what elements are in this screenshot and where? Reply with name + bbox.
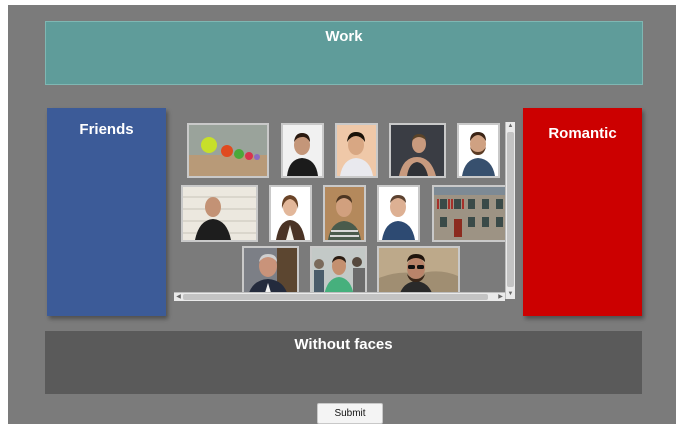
man-striped-sweater-image (325, 187, 364, 240)
photo-man-sunglasses-rock[interactable] (377, 246, 460, 298)
without-faces-zone-label: Without faces (294, 336, 393, 353)
submit-button[interactable]: Submit (317, 403, 383, 424)
horizontal-scroll-thumb[interactable] (183, 294, 488, 300)
man-green-tshirt-crowd-image (312, 248, 365, 296)
categorize-workspace: Work Friends Romantic Without faces ▲ ▼ … (8, 5, 676, 424)
work-zone-label: Work (325, 28, 363, 45)
friends-zone-label: Friends (79, 121, 134, 138)
photo-man-striped-sweater[interactable] (323, 185, 366, 242)
brick-house-image (434, 187, 512, 240)
man-black-jacket-image (283, 125, 322, 176)
romantic-drop-zone[interactable]: Romantic (523, 108, 642, 316)
scroll-down-icon[interactable]: ▼ (506, 290, 515, 299)
photo-gallery (174, 122, 516, 304)
woman-blazer-image (271, 187, 310, 240)
scroll-right-icon[interactable]: ▶ (496, 293, 505, 301)
photo-man-gray-shirt[interactable] (335, 123, 378, 178)
photo-lollipop-figurines[interactable] (187, 123, 269, 178)
lollipop-figurines-image (189, 125, 267, 176)
photo-man-black-jacket[interactable] (281, 123, 324, 178)
friends-drop-zone[interactable]: Friends (47, 108, 166, 316)
scroll-up-icon[interactable]: ▲ (506, 122, 515, 131)
photo-brick-house[interactable] (432, 185, 514, 242)
photo-man-green-tshirt-crowd[interactable] (310, 246, 367, 298)
gallery-horizontal-scrollbar[interactable]: ◀ ▶ (174, 292, 505, 301)
vertical-scroll-thumb[interactable] (507, 132, 514, 287)
work-drop-zone[interactable]: Work (45, 21, 643, 85)
gallery-vertical-scrollbar[interactable]: ▲ ▼ (505, 122, 515, 299)
man-beard-smiling-image (459, 125, 498, 176)
man-sunglasses-rock-image (379, 248, 458, 296)
man-gray-shirt-image (337, 125, 376, 176)
man-tank-top-image (391, 125, 444, 176)
scroll-left-icon[interactable]: ◀ (174, 293, 183, 301)
photo-man-blue-sweater[interactable] (377, 185, 420, 242)
photo-man-beard-smiling[interactable] (457, 123, 500, 178)
romantic-zone-label: Romantic (548, 125, 617, 142)
photo-older-man-suit[interactable] (242, 246, 299, 298)
photo-woman-blazer[interactable] (269, 185, 312, 242)
bald-man-black-shirt-image (183, 187, 256, 240)
photo-man-tank-top[interactable] (389, 123, 446, 178)
without-faces-drop-zone[interactable]: Without faces (45, 331, 642, 394)
older-man-suit-image (244, 248, 297, 296)
photo-bald-man-black-shirt[interactable] (181, 185, 258, 242)
man-blue-sweater-image (379, 187, 418, 240)
